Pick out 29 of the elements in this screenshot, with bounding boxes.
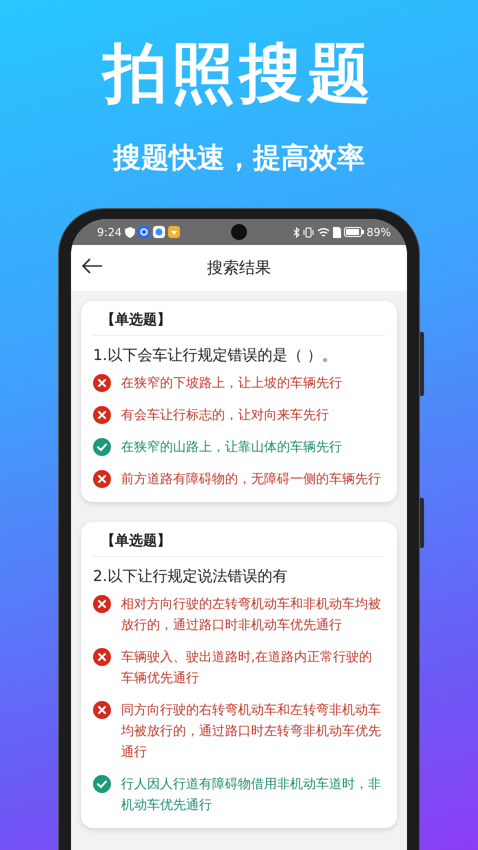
question-text: 1.以下会车让行规定错误的是（ ）。 [93, 346, 338, 365]
question-text: 2.以下让行规定说法错误的有 [93, 567, 288, 586]
promo-headline: 拍照搜题 [103, 36, 375, 112]
question-type-label: 【单选题】 [93, 311, 385, 336]
camera-icon [231, 224, 247, 240]
vibrate-icon [302, 226, 314, 238]
battery-icon [344, 227, 364, 237]
status-time: 9:24 [97, 226, 122, 238]
app-notification-icon [168, 226, 180, 238]
app-notification-icon [152, 226, 165, 238]
bluetooth-icon [292, 226, 300, 238]
battery-percent: 89% [366, 226, 391, 238]
answer-option: 车辆驶入、驶出道路时,在道路内正常行驶的车辆优先通行 [121, 647, 385, 689]
answer-option: 行人因人行道有障碍物借用非机动车道时，非机动车优先通行 [121, 774, 385, 816]
answer-option: 有会车让行标志的，让对向来车先行 [121, 405, 329, 426]
back-arrow-icon [81, 258, 103, 274]
app-notification-icon [138, 226, 150, 238]
page-title: 搜索结果 [207, 258, 271, 278]
answer-option: 同方向行驶的右转弯机动车和左转弯非机动车均被放行的，通过路口时左转弯非机动车优先通行 [121, 700, 385, 763]
answer-option: 前方道路有障碍物的，无障碍一侧的车辆先行 [121, 469, 381, 490]
answer-option: 相对方向行驶的左转弯机动车和非机动车均被放行的，通过路口时非机动车优先通行 [121, 594, 385, 636]
answer-option: 在狭窄的下坡路上，让上坡的车辆先行 [121, 373, 342, 394]
promo-subtitle: 搜题快速，提高效率 [113, 140, 365, 176]
shield-icon [124, 226, 135, 238]
sim-icon [332, 226, 341, 238]
question-type-label: 【单选题】 [93, 532, 385, 557]
wifi-icon [316, 226, 330, 238]
answer-option: 在狭窄的山路上，让靠山体的车辆先行 [121, 437, 342, 458]
back-button[interactable] [79, 256, 105, 276]
